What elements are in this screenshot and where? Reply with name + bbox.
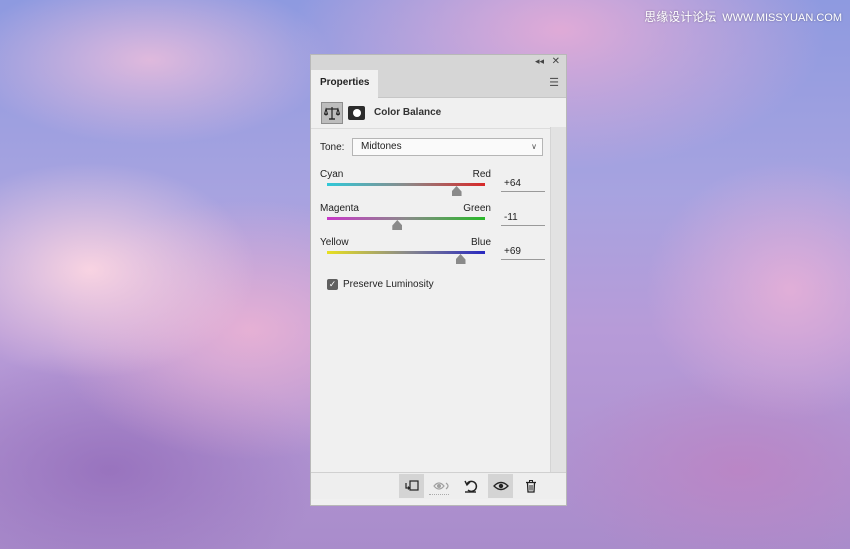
slider-thumb[interactable]	[455, 254, 466, 264]
slider-value-field[interactable]: +64	[501, 177, 545, 192]
clip-to-layer-icon[interactable]	[399, 474, 424, 498]
collapse-panel-icon[interactable]: ◂◂	[535, 55, 544, 68]
delete-trash-icon[interactable]	[518, 474, 543, 498]
resize-grip[interactable]	[429, 494, 449, 497]
close-panel-icon[interactable]: ✕	[552, 55, 560, 68]
tone-dropdown-value: Midtones	[361, 141, 402, 152]
watermark-site: 思缘设计论坛	[644, 10, 717, 24]
layer-mask-icon[interactable]	[348, 106, 365, 120]
preserve-luminosity-checkbox[interactable]: ✓	[327, 279, 338, 290]
slider-right-label: Blue	[470, 237, 491, 248]
slider-cyan-red: Cyan Red +64	[311, 169, 553, 203]
slider-thumb[interactable]	[451, 186, 462, 196]
slider-thumb[interactable]	[392, 220, 403, 230]
balance-scale-icon[interactable]	[321, 102, 343, 124]
hamburger-menu-icon[interactable]: ☰	[549, 76, 559, 89]
slider-magenta-green: Magenta Green -11	[311, 203, 553, 237]
panel-titlebar[interactable]: ◂◂ ✕	[311, 55, 566, 68]
watermark-url: WWW.MISSYUAN.COM	[722, 12, 842, 24]
slider-value-field[interactable]: +69	[501, 245, 545, 260]
tab-properties[interactable]: Properties	[311, 70, 379, 98]
chevron-down-icon: ∨	[531, 142, 537, 151]
slider-value-field[interactable]: -11	[501, 211, 545, 226]
slider-left-label: Cyan	[320, 169, 344, 180]
properties-panel: ◂◂ ✕ Properties ☰ Color Balance Tone: Mi…	[310, 54, 567, 506]
panel-footer	[311, 472, 566, 499]
watermark: 思缘设计论坛 WWW.MISSYUAN.COM	[644, 8, 842, 25]
slider-track[interactable]	[327, 251, 485, 254]
tone-dropdown[interactable]: Midtones ∨	[352, 138, 543, 156]
slider-track[interactable]	[327, 217, 485, 220]
panel-tab-row: Properties ☰	[311, 68, 566, 98]
adjustment-header: Color Balance	[311, 98, 566, 129]
slider-left-label: Yellow	[320, 237, 349, 248]
slider-right-label: Green	[463, 203, 491, 214]
reset-icon[interactable]	[458, 474, 483, 498]
slider-left-label: Magenta	[320, 203, 359, 214]
tone-label: Tone:	[320, 142, 345, 153]
slider-track[interactable]	[327, 183, 485, 186]
preserve-luminosity-label: Preserve Luminosity	[343, 279, 434, 290]
slider-yellow-blue: Yellow Blue +69	[311, 237, 553, 271]
adjustment-title: Color Balance	[374, 107, 442, 118]
visibility-eye-icon[interactable]	[488, 474, 513, 498]
slider-right-label: Red	[472, 169, 491, 180]
